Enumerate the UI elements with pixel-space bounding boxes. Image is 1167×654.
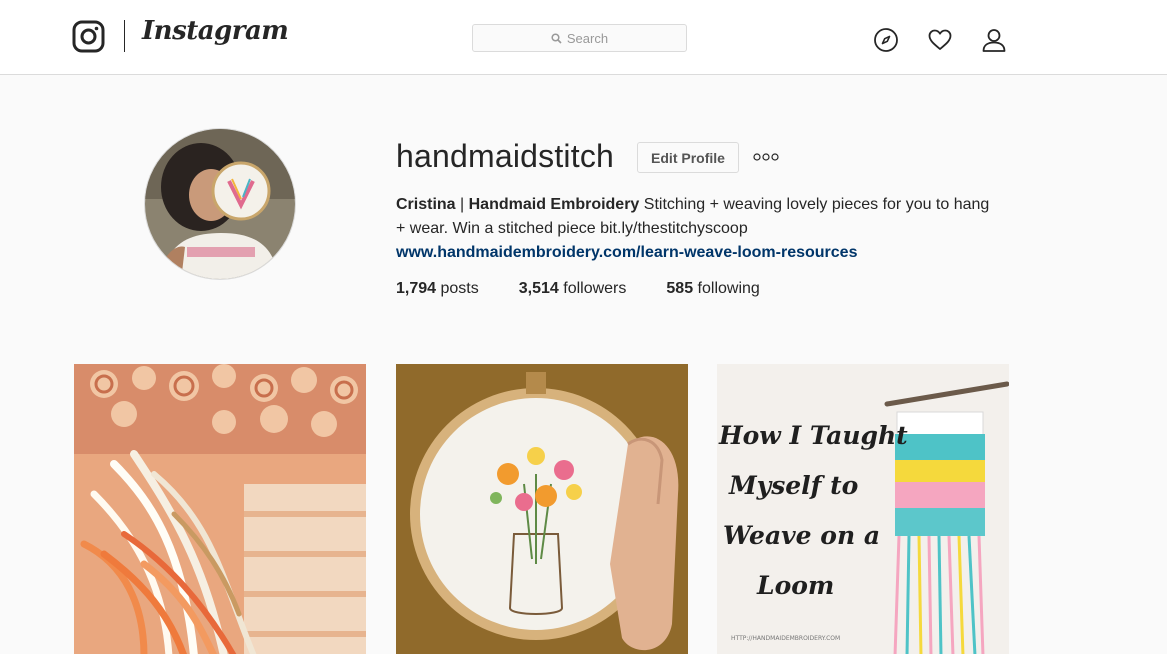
profile-bio: Cristina | Handmaid Embroidery Stitching… xyxy=(396,193,1016,265)
bio-line-1: Cristina | Handmaid Embroidery Stitching… xyxy=(396,193,1016,217)
yarn-weaving-photo xyxy=(74,364,366,654)
stat-posts-label: posts xyxy=(440,280,479,297)
profile-stats: 1,794 posts 3,514 followers 585 followin… xyxy=(396,280,760,298)
search-icon xyxy=(551,32,562,44)
stat-posts: 1,794 posts xyxy=(396,280,479,298)
ellipsis-icon[interactable] xyxy=(752,148,780,166)
stat-followers-label: followers xyxy=(563,280,627,297)
bio-website-link[interactable]: www.handmaidembroidery.com/learn-weave-l… xyxy=(396,241,1016,265)
bio-text-line1: Stitching + weaving lovely pieces for yo… xyxy=(639,196,990,213)
graphic-title-line-1: How I Taught xyxy=(718,421,908,450)
graphic-title-line-2: Myself to xyxy=(728,471,858,500)
person-icon[interactable] xyxy=(981,27,1007,53)
edit-profile-button[interactable]: Edit Profile xyxy=(637,142,739,173)
post-thumbnail[interactable] xyxy=(74,364,366,654)
bio-name-rest: Handmaid Embroidery xyxy=(468,196,640,213)
stat-followers[interactable]: 3,514 followers xyxy=(519,280,627,298)
avatar-photo xyxy=(145,129,295,279)
logo-divider xyxy=(124,20,125,52)
stat-followers-count: 3,514 xyxy=(518,280,559,297)
bio-name-first: Cristina xyxy=(396,196,456,213)
bio-name-separator: | xyxy=(455,196,469,213)
profile-username: handmaidstitch xyxy=(396,138,615,174)
post-thumbnail[interactable]: How I Taught Myself to Weave on a Loom H… xyxy=(717,364,1009,654)
graphic-title-line-4: Loom xyxy=(756,571,834,600)
profile-avatar[interactable] xyxy=(144,128,296,280)
top-nav: Instagram Search xyxy=(0,0,1167,75)
embroidery-hoop-photo xyxy=(396,364,688,654)
search-placeholder: Search xyxy=(566,30,609,46)
bio-text-line2: + wear. Win a stitched piece bit.ly/thes… xyxy=(396,220,748,237)
stat-following-label: following xyxy=(697,280,760,297)
graphic-footer-url: HTTP://HANDMAIDEMBROIDERY.COM xyxy=(731,635,840,642)
stat-posts-count: 1,794 xyxy=(396,280,437,297)
heart-icon[interactable] xyxy=(927,27,953,53)
compass-icon[interactable] xyxy=(873,27,899,53)
weaving-tutorial-graphic: How I Taught Myself to Weave on a Loom H… xyxy=(717,364,1009,654)
search-input[interactable]: Search xyxy=(472,24,687,52)
stat-following[interactable]: 585 following xyxy=(666,280,759,298)
graphic-title-line-3: Weave on a xyxy=(723,521,880,550)
stat-following-count: 585 xyxy=(666,280,694,297)
instagram-camera-icon[interactable] xyxy=(72,20,105,53)
instagram-wordmark[interactable]: Instagram xyxy=(142,16,289,46)
post-thumbnail[interactable] xyxy=(396,364,688,654)
